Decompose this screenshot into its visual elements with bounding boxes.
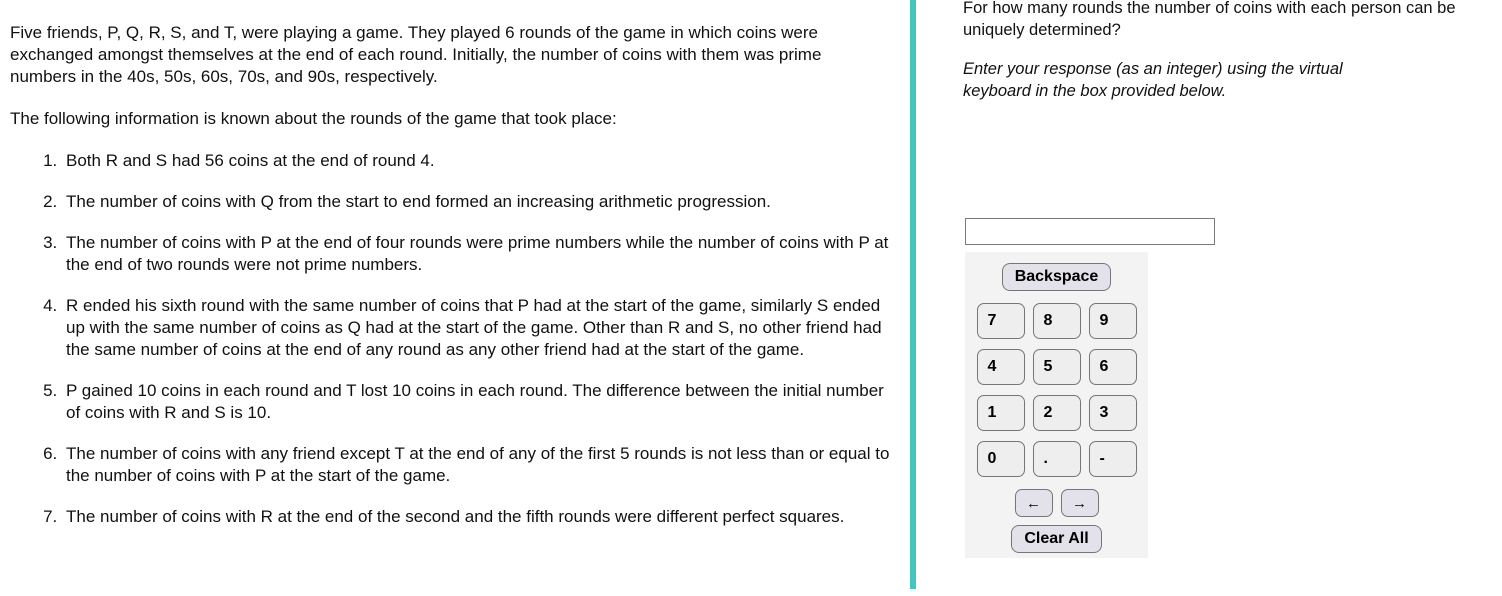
list-item: The number of coins with Q from the star…: [62, 191, 890, 213]
key-decimal-point[interactable]: .: [1032, 441, 1081, 477]
key-9[interactable]: 9: [1088, 303, 1137, 339]
vertical-divider: [910, 0, 916, 589]
question-prompt: For how many rounds the number of coins …: [963, 0, 1456, 39]
list-item: Both R and S had 56 coins at the end of …: [62, 150, 890, 172]
backspace-key[interactable]: Backspace: [1001, 263, 1112, 291]
arrow-right-icon[interactable]: →: [1060, 489, 1099, 517]
keypad-row-789: 7 8 9: [965, 303, 1148, 339]
key-4[interactable]: 4: [976, 349, 1025, 385]
key-3[interactable]: 3: [1088, 395, 1137, 431]
keypad-row-clear: Clear All: [965, 525, 1148, 553]
keypad-row-456: 4 5 6: [965, 349, 1148, 385]
arrow-left-icon[interactable]: ←: [1014, 489, 1053, 517]
passage-lead-in-paragraph: The following information is known about…: [10, 109, 617, 128]
clear-all-button[interactable]: Clear All: [1011, 525, 1102, 553]
passage-panel: Five friends, P, Q, R, S, and T, were pl…: [0, 0, 900, 596]
key-2[interactable]: 2: [1032, 395, 1081, 431]
virtual-keypad: Backspace 7 8 9 4 5 6 1 2 3 0 . - ← → Cl…: [965, 252, 1148, 558]
list-item: R ended his sixth round with the same nu…: [62, 295, 890, 361]
key-0[interactable]: 0: [976, 441, 1025, 477]
answer-panel: For how many rounds the number of coins …: [963, 0, 1493, 596]
keypad-row-arrows: ← →: [965, 489, 1148, 517]
key-7[interactable]: 7: [976, 303, 1025, 339]
clue-list: Both R and S had 56 coins at the end of …: [10, 150, 890, 528]
keypad-row-zero: 0 . -: [965, 441, 1148, 477]
question-screen: Five friends, P, Q, R, S, and T, were pl…: [0, 0, 1502, 596]
key-1[interactable]: 1: [976, 395, 1025, 431]
key-6[interactable]: 6: [1088, 349, 1137, 385]
keypad-row-123: 1 2 3: [965, 395, 1148, 431]
list-item: The number of coins with P at the end of…: [62, 232, 890, 276]
key-8[interactable]: 8: [1032, 303, 1081, 339]
list-item: The number of coins with R at the end of…: [62, 506, 890, 528]
passage-intro-paragraph: Five friends, P, Q, R, S, and T, were pl…: [10, 23, 822, 86]
list-item: The number of coins with any friend exce…: [62, 443, 890, 487]
list-item: P gained 10 coins in each round and T lo…: [62, 380, 890, 424]
key-minus[interactable]: -: [1088, 441, 1137, 477]
answer-input[interactable]: [965, 218, 1215, 245]
key-5[interactable]: 5: [1032, 349, 1081, 385]
response-instruction: Enter your response (as an integer) usin…: [963, 60, 1343, 100]
keypad-row-backspace: Backspace: [965, 263, 1148, 291]
